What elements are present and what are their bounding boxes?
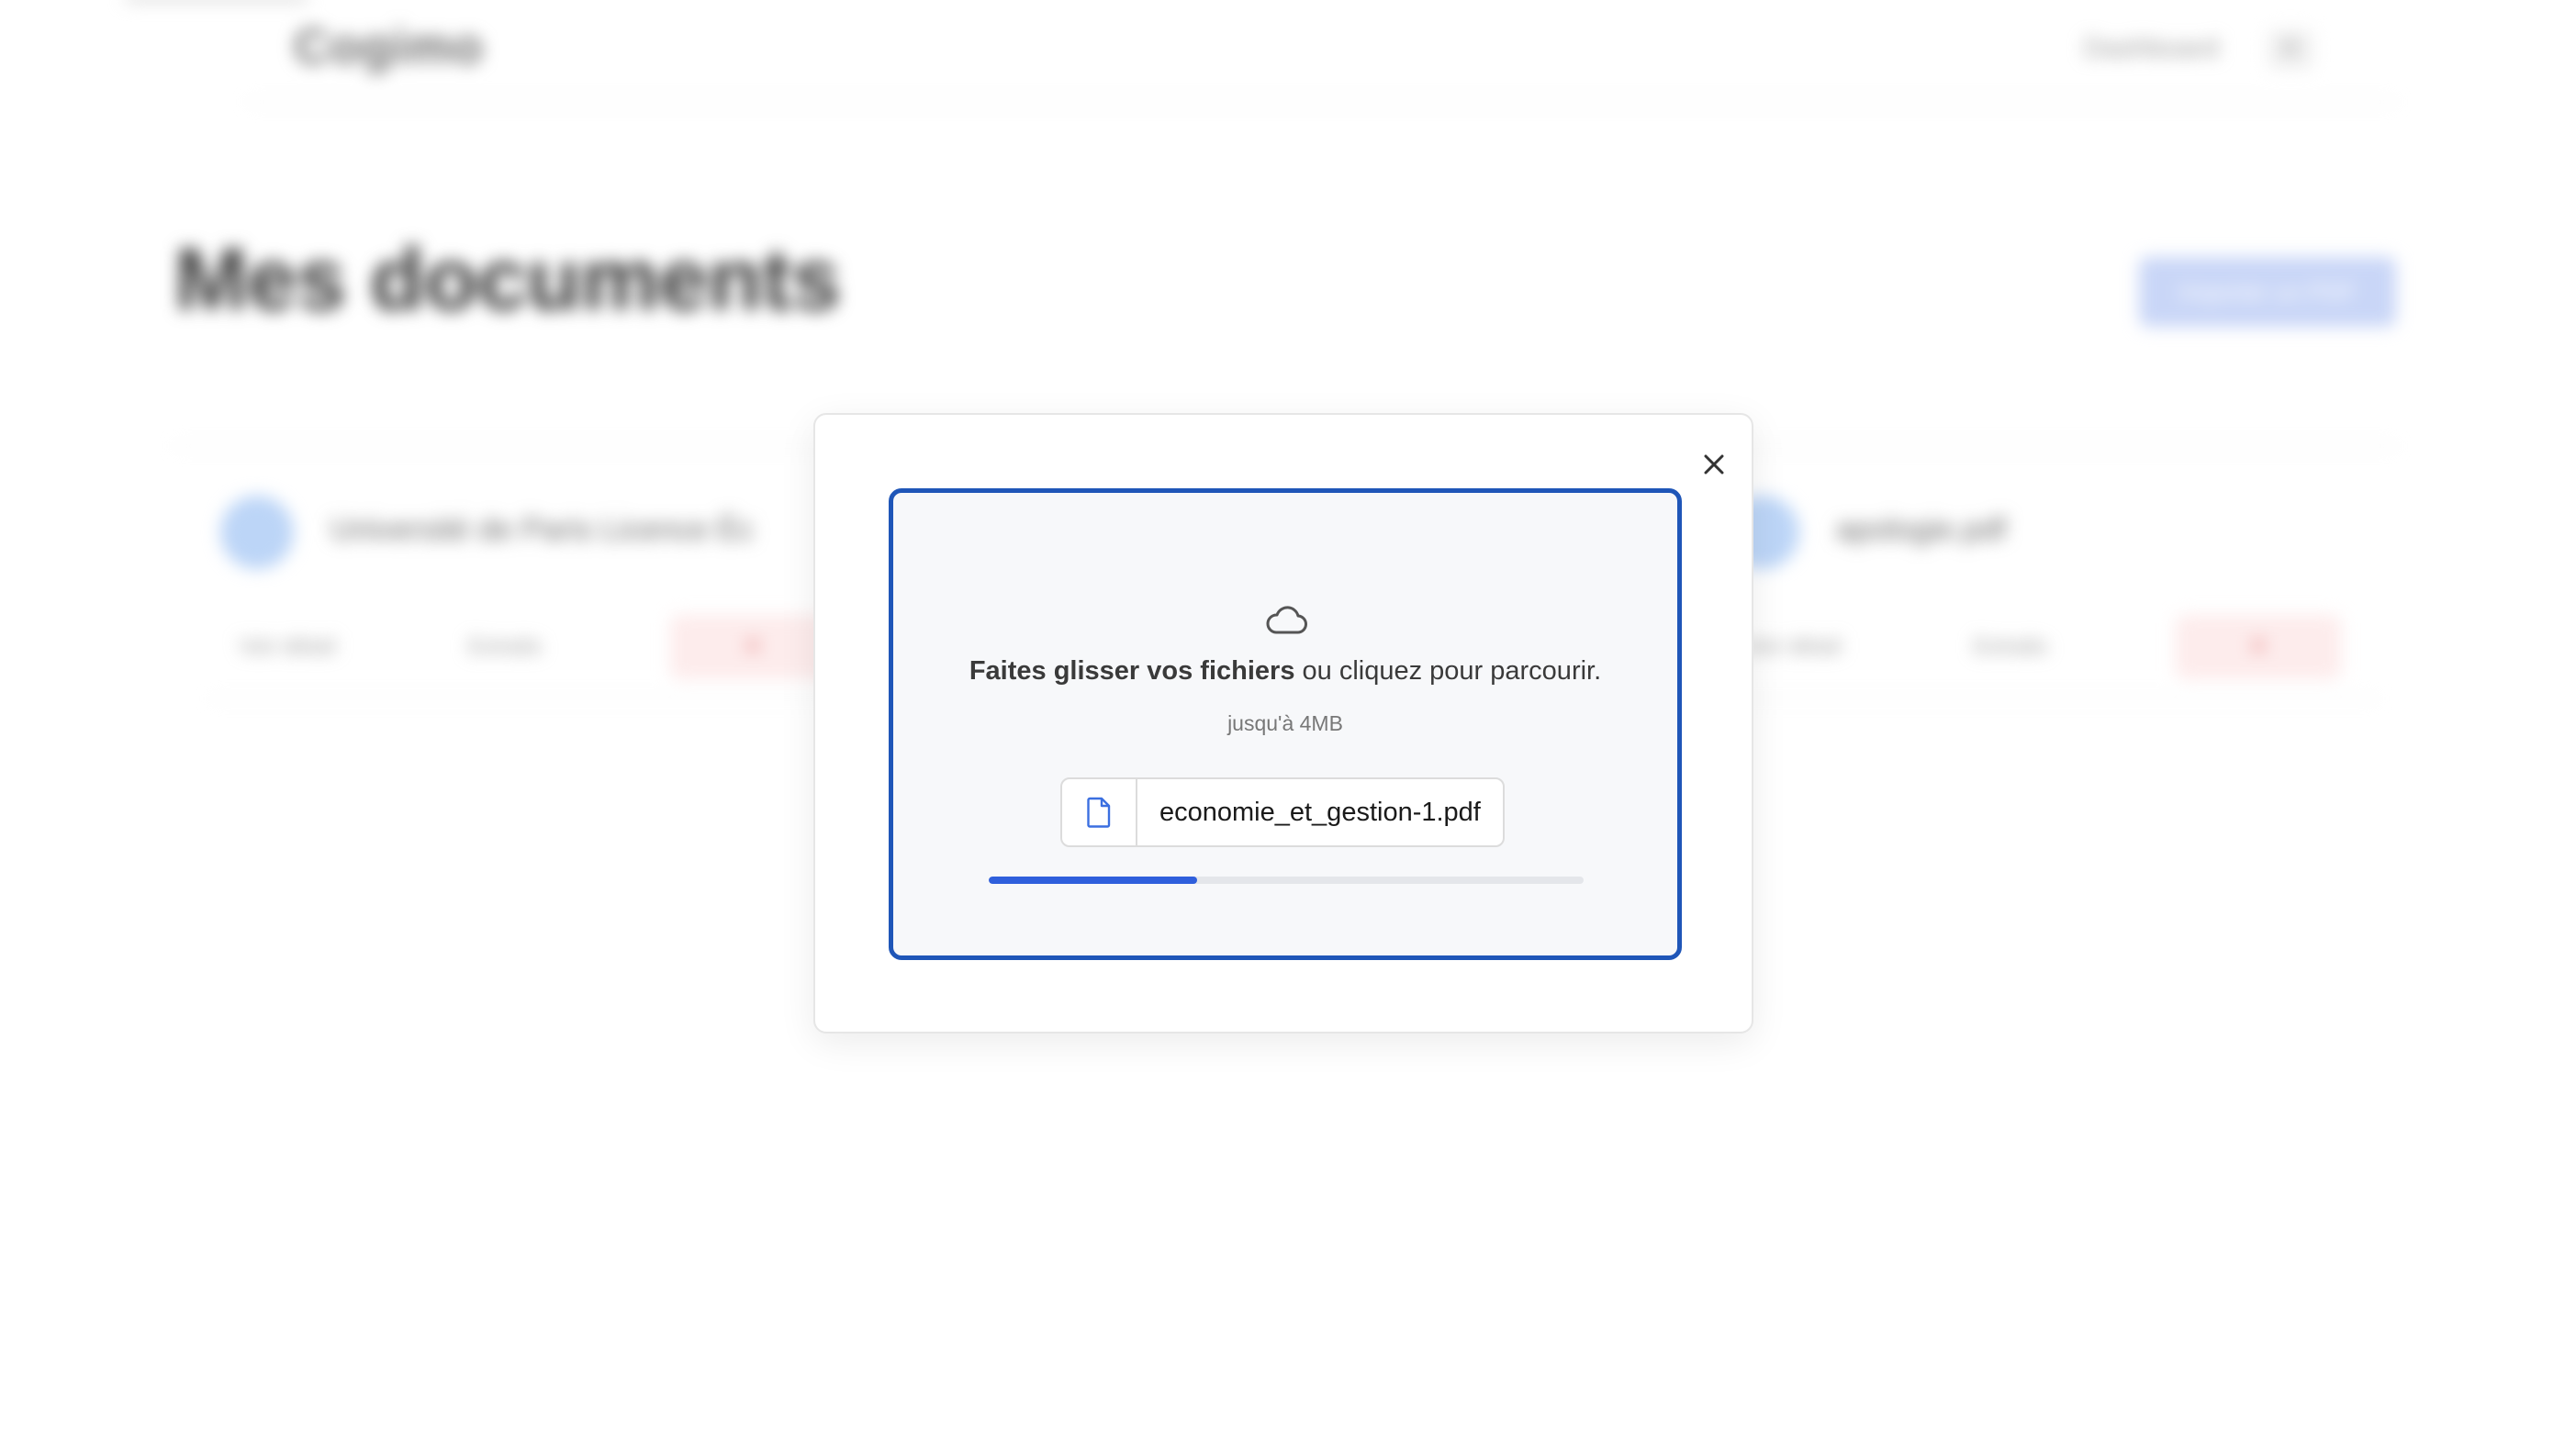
- top-navbar: Cogimo Dashboard R: [248, 0, 2396, 103]
- brand-logo[interactable]: Cogimo: [294, 18, 484, 75]
- page-title: Mes documents: [174, 230, 841, 329]
- file-dropzone[interactable]: Faites glisser vos fichiers ou cliquez p…: [889, 488, 1682, 960]
- extracts-button[interactable]: Extraits: [468, 615, 542, 679]
- import-pdf-button[interactable]: Importer un PDF: [2139, 257, 2396, 327]
- view-details-button[interactable]: Voir détail: [1744, 615, 1841, 679]
- document-actions: Voir détail Extraits ✕: [211, 615, 872, 679]
- document-avatar: [220, 496, 294, 569]
- document-card[interactable]: apologie.pdf Voir détail Extraits ✕: [1717, 486, 2378, 707]
- selected-file-chip: economie_et_gestion-1.pdf: [1060, 777, 1505, 847]
- dropzone-instruction-rest: ou cliquez pour parcourir.: [1294, 656, 1602, 686]
- close-button[interactable]: [1692, 442, 1736, 486]
- cloud-icon: [1266, 606, 1307, 634]
- delete-button[interactable]: ✕: [670, 615, 835, 679]
- file-name: economie_et_gestion-1.pdf: [1159, 798, 1481, 827]
- user-avatar[interactable]: R: [2268, 29, 2313, 70]
- dropzone-instructions: Faites glisser vos fichiers ou cliquez p…: [893, 656, 1677, 687]
- view-details-button[interactable]: Voir détail: [239, 615, 335, 679]
- upload-progress-bar: [989, 877, 1584, 884]
- dropzone-instruction-strong: Faites glisser vos fichiers: [969, 656, 1295, 686]
- card-divider: [1717, 698, 2378, 699]
- document-title[interactable]: apologie.pdf: [1836, 512, 2006, 548]
- document-title[interactable]: Université de Paris Licence Éc: [330, 512, 754, 548]
- document-card[interactable]: Université de Paris Licence Éc Voir déta…: [211, 486, 872, 707]
- upload-progress-fill: [989, 877, 1197, 884]
- card-divider: [211, 698, 872, 699]
- upload-modal: Faites glisser vos fichiers ou cliquez p…: [813, 413, 1753, 1033]
- document-actions: Voir détail Extraits ✕: [1717, 615, 2378, 679]
- extracts-button[interactable]: Extraits: [1974, 615, 2047, 679]
- nav-link-dashboard[interactable]: Dashboard: [2084, 33, 2219, 64]
- delete-button[interactable]: ✕: [2176, 615, 2341, 679]
- close-icon: [1704, 454, 1724, 475]
- file-icon: [1087, 797, 1111, 828]
- file-icon-box: [1062, 779, 1137, 845]
- size-limit-text: jusqu'à 4MB: [1227, 711, 1343, 735]
